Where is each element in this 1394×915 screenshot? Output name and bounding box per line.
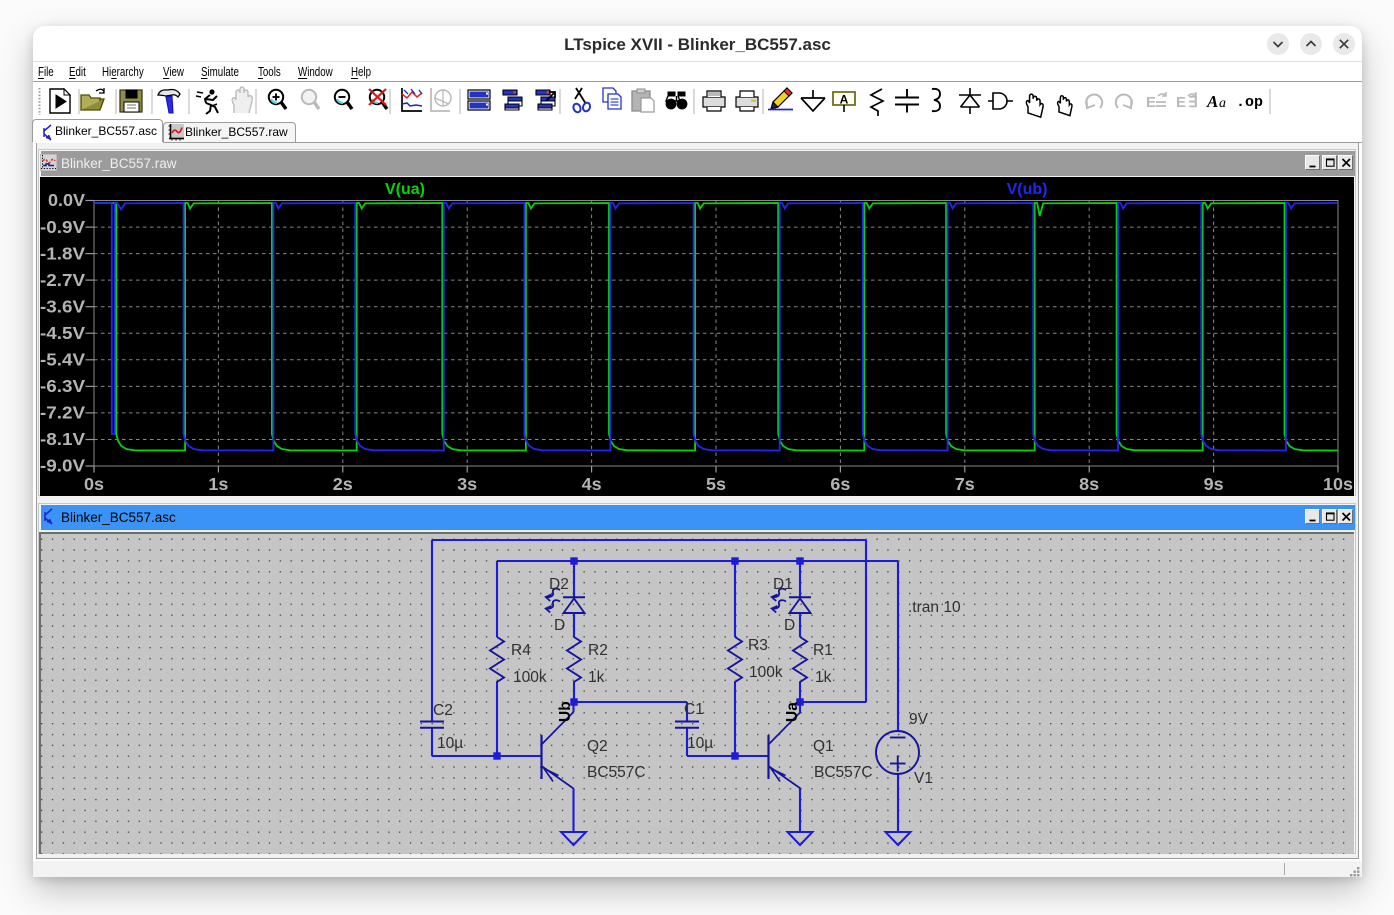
svg-text:A: A — [840, 93, 849, 107]
svg-text:D: D — [554, 617, 565, 634]
svg-text:a: a — [1219, 96, 1226, 111]
svg-text:BC557C: BC557C — [587, 764, 646, 781]
svg-text:10µ: 10µ — [687, 735, 713, 752]
svg-text:BC557C: BC557C — [814, 764, 873, 781]
svg-text:R4: R4 — [511, 642, 531, 659]
svg-text:7s: 7s — [955, 474, 975, 494]
svg-text:10s: 10s — [1323, 474, 1353, 494]
svg-text:8s: 8s — [1079, 474, 1099, 494]
svg-text:Ua: Ua — [784, 702, 801, 722]
svg-text:Q2: Q2 — [587, 738, 608, 755]
svg-text:D: D — [784, 617, 795, 634]
svg-text:-9.0V: -9.0V — [40, 456, 85, 476]
svg-text:9V: 9V — [909, 711, 929, 728]
svg-text:.op: .op — [1236, 94, 1263, 111]
svg-text:2s: 2s — [333, 474, 353, 494]
svg-text:.tran 10: .tran 10 — [908, 599, 961, 616]
svg-text:-6.3V: -6.3V — [40, 376, 85, 396]
svg-text:-8.1V: -8.1V — [40, 429, 85, 449]
svg-text:R2: R2 — [588, 642, 608, 659]
svg-text:1k: 1k — [588, 669, 605, 686]
svg-text:D1: D1 — [773, 576, 793, 593]
svg-text:100k: 100k — [513, 669, 547, 686]
svg-text:Ub: Ub — [557, 701, 574, 722]
svg-text:R3: R3 — [748, 637, 768, 654]
svg-text:1s: 1s — [208, 474, 228, 494]
svg-text:D2: D2 — [549, 576, 569, 593]
svg-text:C1: C1 — [684, 701, 704, 718]
svg-text:E: E — [1176, 94, 1186, 111]
svg-text:-1.8V: -1.8V — [40, 243, 85, 263]
svg-text:4s: 4s — [582, 474, 602, 494]
svg-text:-5.4V: -5.4V — [40, 350, 85, 370]
svg-text:9s: 9s — [1204, 474, 1224, 494]
svg-text:V(ua): V(ua) — [385, 181, 425, 198]
svg-text:V1: V1 — [914, 770, 933, 787]
svg-text:-0.9V: -0.9V — [40, 217, 85, 237]
svg-text:V(ub): V(ub) — [1007, 181, 1048, 198]
svg-text:100k: 100k — [749, 664, 783, 681]
svg-text:5s: 5s — [706, 474, 726, 494]
svg-text:-2.7V: -2.7V — [40, 270, 85, 290]
svg-text:3s: 3s — [457, 474, 477, 494]
svg-text:C2: C2 — [433, 702, 453, 719]
svg-text:-7.2V: -7.2V — [40, 403, 85, 423]
svg-text:6s: 6s — [830, 474, 850, 494]
svg-text:10µ: 10µ — [437, 735, 463, 752]
svg-text:-3.6V: -3.6V — [40, 296, 85, 316]
svg-text:Q1: Q1 — [813, 738, 834, 755]
svg-text:A: A — [1206, 92, 1218, 111]
svg-text:-4.5V: -4.5V — [40, 323, 85, 343]
svg-text:0s: 0s — [84, 474, 104, 494]
svg-text:R1: R1 — [813, 642, 833, 659]
svg-text:E: E — [1146, 94, 1156, 111]
svg-text:0.0V: 0.0V — [48, 190, 85, 210]
svg-text:1k: 1k — [815, 669, 832, 686]
